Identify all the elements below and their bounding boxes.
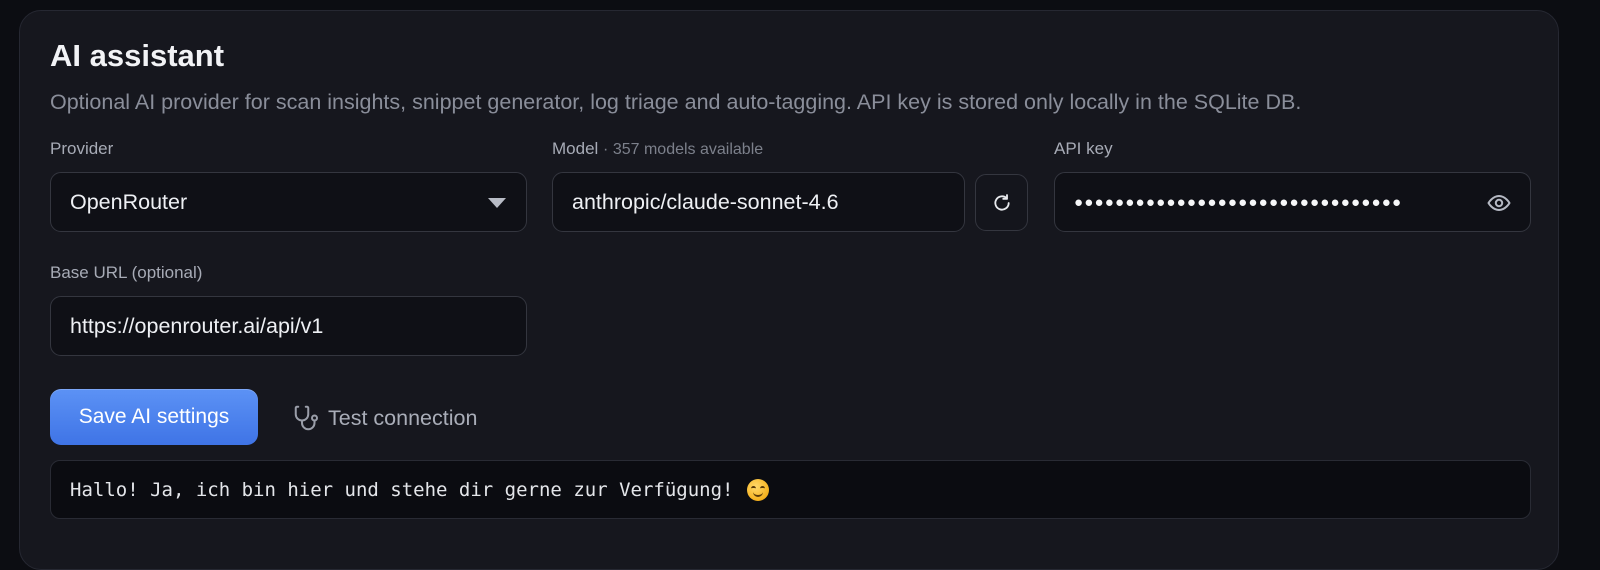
stethoscope-icon bbox=[294, 405, 318, 431]
smiling-face-emoji bbox=[747, 478, 770, 501]
refresh-models-button[interactable] bbox=[975, 174, 1028, 231]
test-connection-button[interactable]: Test connection bbox=[292, 400, 477, 436]
save-ai-settings-button[interactable]: Save AI settings bbox=[50, 389, 258, 445]
provider-select[interactable]: OpenRouter bbox=[50, 172, 527, 232]
refresh-icon bbox=[993, 193, 1010, 211]
section-description: Optional AI provider for scan insights, … bbox=[50, 90, 1302, 114]
api-key-input[interactable]: ●●●●●●●●●●●●●●●●●●●●●●●●●●●●●●●● bbox=[1054, 172, 1531, 232]
base-url-input[interactable]: https://openrouter.ai/api/v1 bbox=[50, 296, 527, 356]
test-result-text: Hallo! Ja, ich bin hier und stehe dir ge… bbox=[70, 478, 734, 501]
provider-label-text: Provider bbox=[50, 139, 114, 158]
api-key-label-text: API key bbox=[1054, 139, 1113, 158]
model-input[interactable]: anthropic/claude-sonnet-4.6 bbox=[552, 172, 965, 232]
test-connection-label: Test connection bbox=[328, 405, 478, 430]
provider-label: Provider bbox=[50, 139, 113, 159]
api-key-label: API key bbox=[1054, 139, 1113, 159]
base-url-input-value: https://openrouter.ai/api/v1 bbox=[70, 313, 324, 338]
model-count-note: · 357 models available bbox=[603, 141, 764, 158]
base-url-label-text: Base URL (optional) bbox=[50, 263, 203, 282]
chevron-down-icon bbox=[488, 198, 506, 208]
provider-select-value: OpenRouter bbox=[70, 189, 188, 214]
model-label-text: Model bbox=[552, 139, 599, 158]
section-title: AI assistant bbox=[50, 38, 225, 73]
test-result-output: Hallo! Ja, ich bin hier und stehe dir ge… bbox=[50, 460, 1531, 519]
eye-icon[interactable] bbox=[1486, 191, 1512, 215]
save-ai-settings-label: Save AI settings bbox=[78, 405, 230, 428]
api-key-masked-value: ●●●●●●●●●●●●●●●●●●●●●●●●●●●●●●●● bbox=[1074, 193, 1403, 211]
base-url-label: Base URL (optional) bbox=[50, 263, 202, 283]
model-label: Model · 357 models available bbox=[552, 139, 763, 159]
model-input-value: anthropic/claude-sonnet-4.6 bbox=[572, 189, 839, 214]
